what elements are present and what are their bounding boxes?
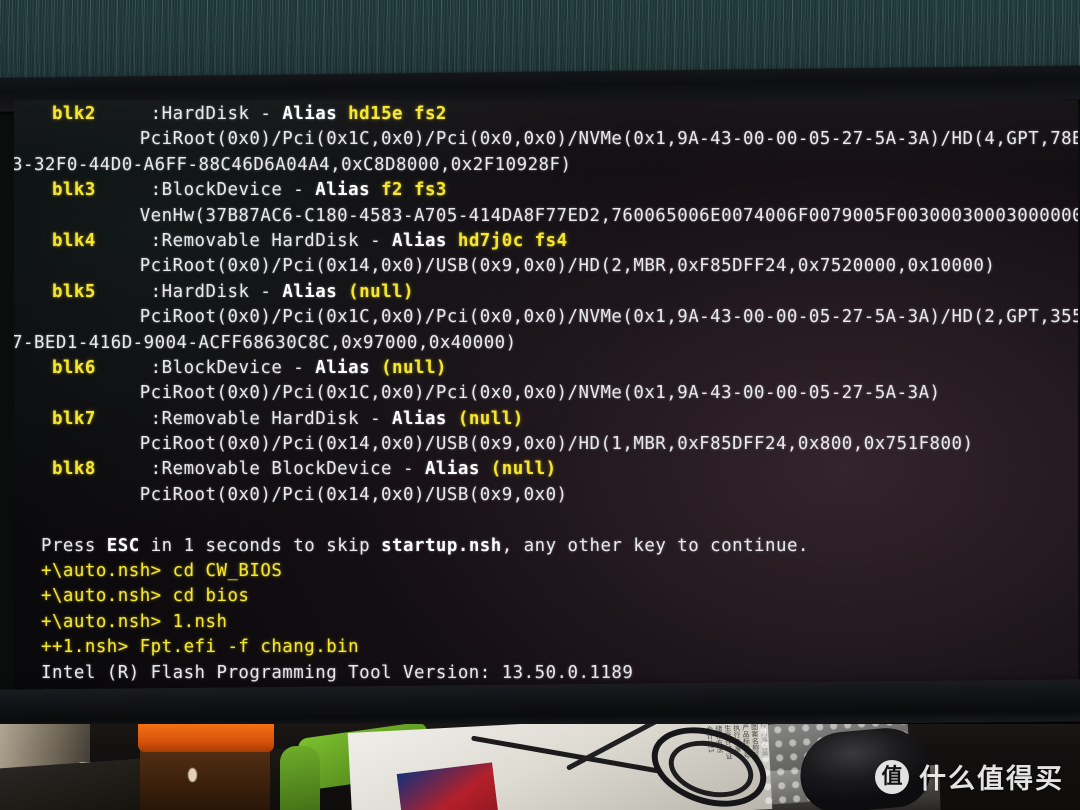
terminal-text-span: Alias bbox=[282, 281, 349, 302]
terminal-text-span: +\auto.nsh> cd bios bbox=[30, 586, 250, 607]
terminal-text-span: (null) bbox=[348, 281, 414, 302]
terminal-line: PciRoot(0x0)/Pci(0x14,0x0)/USB(0x9,0x0)/… bbox=[30, 254, 1078, 279]
terminal-text-span: +\auto.nsh> 1.nsh bbox=[30, 611, 228, 632]
green-tube bbox=[280, 746, 320, 810]
terminal-text-span: PciRoot(0x0)/Pci(0x14,0x0)/USB(0x9,0x0)/… bbox=[30, 434, 974, 455]
terminal-text-span: blk7 bbox=[30, 408, 96, 429]
terminal-text-span: blk6 bbox=[30, 357, 96, 378]
terminal-text-span: f2 fs3 bbox=[381, 180, 447, 201]
watermark-logo-icon: 值 bbox=[875, 759, 909, 794]
terminal-text-span: , any other key to continue. bbox=[501, 535, 809, 556]
terminal-line: PciRoot(0x0)/Pci(0x14,0x0)/USB(0x9,0x0)/… bbox=[30, 432, 1078, 457]
bottle-highlight bbox=[188, 768, 197, 782]
terminal-line: PciRoot(0x0)/Pci(0x1C,0x0)/Pci(0x0,0x0)/… bbox=[30, 127, 1078, 152]
terminal-text-span: Intel (R) Flash Programming Tool Version… bbox=[30, 662, 634, 683]
terminal-text-span: Alias bbox=[424, 459, 491, 480]
terminal-text-span: Alias bbox=[392, 230, 458, 251]
terminal-text-span: :Removable HardDisk - bbox=[95, 230, 393, 251]
terminal-line: Press ESC in 1 seconds to skip startup.n… bbox=[30, 534, 1078, 559]
terminal-text-span: ESC bbox=[106, 535, 140, 556]
terminal-text-span: blk2 bbox=[30, 104, 96, 124]
terminal-text-span: blk4 bbox=[30, 230, 96, 251]
terminal-line: +\auto.nsh> cd CW_BIOS bbox=[30, 559, 1078, 584]
watermark-text: 什么值得买 bbox=[919, 764, 1064, 795]
watermark: 值 什么值得买 bbox=[875, 757, 1064, 796]
terminal-text-span: 7-BED1-416D-9004-ACFF68630C8C,0x97000,0x… bbox=[14, 332, 517, 353]
terminal-line bbox=[30, 508, 1078, 533]
terminal-line: PciRoot(0x0)/Pci(0x1C,0x0)/Pci(0x0,0x0)/… bbox=[30, 305, 1078, 330]
terminal-line: ++1.nsh> Fpt.efi -f chang.bin bbox=[30, 635, 1078, 660]
terminal-text-span: startup.nsh bbox=[381, 535, 502, 556]
monitor-screen: blk2 :HardDisk - Alias hd15e fs2 PciRoot… bbox=[14, 100, 1078, 696]
terminal-text-span: in 1 seconds to skip bbox=[139, 535, 382, 556]
bottle-orange-cap bbox=[138, 724, 274, 752]
terminal-text-span: PciRoot(0x0)/Pci(0x1C,0x0)/Pci(0x0,0x0)/… bbox=[30, 129, 1078, 150]
uefi-shell-terminal[interactable]: blk2 :HardDisk - Alias hd15e fs2 PciRoot… bbox=[14, 102, 1078, 696]
terminal-text-span: :HardDisk - bbox=[95, 104, 283, 124]
terminal-text-span: PciRoot(0x0)/Pci(0x14,0x0)/USB(0x9,0x0)/… bbox=[30, 256, 996, 277]
terminal-text-span: :BlockDevice - bbox=[95, 180, 316, 201]
terminal-line: blk4 :Removable HardDisk - Alias hd7j0c … bbox=[30, 229, 1078, 254]
terminal-line: +\auto.nsh> 1.nsh bbox=[30, 610, 1078, 635]
terminal-line: +\auto.nsh> cd bios bbox=[30, 584, 1078, 609]
terminal-text-span: VenHw(37B87AC6-C180-4583-A705-414DA8F77E… bbox=[30, 205, 1078, 226]
terminal-text-span: blk3 bbox=[30, 180, 96, 201]
terminal-text-span bbox=[30, 510, 41, 530]
terminal-text-span: blk5 bbox=[30, 281, 96, 302]
terminal-text-span: +\auto.nsh> cd CW_BIOS bbox=[30, 561, 283, 582]
terminal-text-span: Press bbox=[30, 535, 107, 556]
terminal-line: PciRoot(0x0)/Pci(0x14,0x0)/USB(0x9,0x0) bbox=[30, 483, 1078, 508]
terminal-text-span: :BlockDevice - bbox=[95, 357, 316, 378]
terminal-text-span: ++1.nsh> Fpt.efi -f chang.bin bbox=[30, 637, 360, 658]
terminal-text-span: hd7j0c fs4 bbox=[457, 230, 568, 251]
terminal-text-span: (null) bbox=[381, 357, 447, 378]
terminal-text-span: 3-32F0-44D0-A6FF-88C46D6A04A4,0xC8D8000,… bbox=[14, 154, 572, 175]
terminal-text-span: (null) bbox=[457, 408, 524, 429]
terminal-text-span: :HardDisk - bbox=[95, 281, 283, 302]
terminal-text-span: hd15e fs2 bbox=[348, 104, 447, 124]
terminal-line: 3-32F0-44D0-A6FF-88C46D6A04A4,0xC8D8000,… bbox=[14, 153, 1078, 178]
terminal-text-span: :Removable BlockDevice - bbox=[95, 459, 425, 480]
terminal-text-span: Alias bbox=[392, 408, 458, 429]
terminal-line: blk6 :BlockDevice - Alias (null) bbox=[30, 356, 1078, 381]
terminal-text-span: PciRoot(0x0)/Pci(0x14,0x0)/USB(0x9,0x0) bbox=[30, 484, 568, 505]
terminal-text-span: (null) bbox=[490, 459, 557, 480]
terminal-text-span: blk8 bbox=[30, 459, 96, 480]
terminal-text-span: PciRoot(0x0)/Pci(0x1C,0x0)/Pci(0x0,0x0)/… bbox=[30, 383, 941, 404]
terminal-text-span: PciRoot(0x0)/Pci(0x1C,0x0)/Pci(0x0,0x0)/… bbox=[30, 307, 1078, 328]
terminal-text-span: :Removable HardDisk - bbox=[95, 408, 393, 429]
terminal-line: PciRoot(0x0)/Pci(0x1C,0x0)/Pci(0x0,0x0)/… bbox=[30, 381, 1078, 406]
terminal-line: 7-BED1-416D-9004-ACFF68630C8C,0x97000,0x… bbox=[14, 331, 1078, 356]
terminal-text-span: Alias bbox=[315, 180, 382, 201]
terminal-line: blk7 :Removable HardDisk - Alias (null) bbox=[30, 407, 1078, 432]
terminal-line: blk5 :HardDisk - Alias (null) bbox=[30, 280, 1078, 305]
terminal-line: VenHw(37B87AC6-C180-4583-A705-414DA8F77E… bbox=[30, 204, 1078, 229]
photo-scene: blk2 :HardDisk - Alias hd15e fs2 PciRoot… bbox=[0, 0, 1080, 810]
terminal-line: blk8 :Removable BlockDevice - Alias (nul… bbox=[30, 457, 1078, 482]
terminal-line: blk3 :BlockDevice - Alias f2 fs3 bbox=[30, 178, 1078, 203]
terminal-text-span: Alias bbox=[282, 104, 349, 124]
terminal-line: blk2 :HardDisk - Alias hd15e fs2 bbox=[30, 102, 1078, 127]
terminal-text-span: Alias bbox=[315, 357, 382, 378]
